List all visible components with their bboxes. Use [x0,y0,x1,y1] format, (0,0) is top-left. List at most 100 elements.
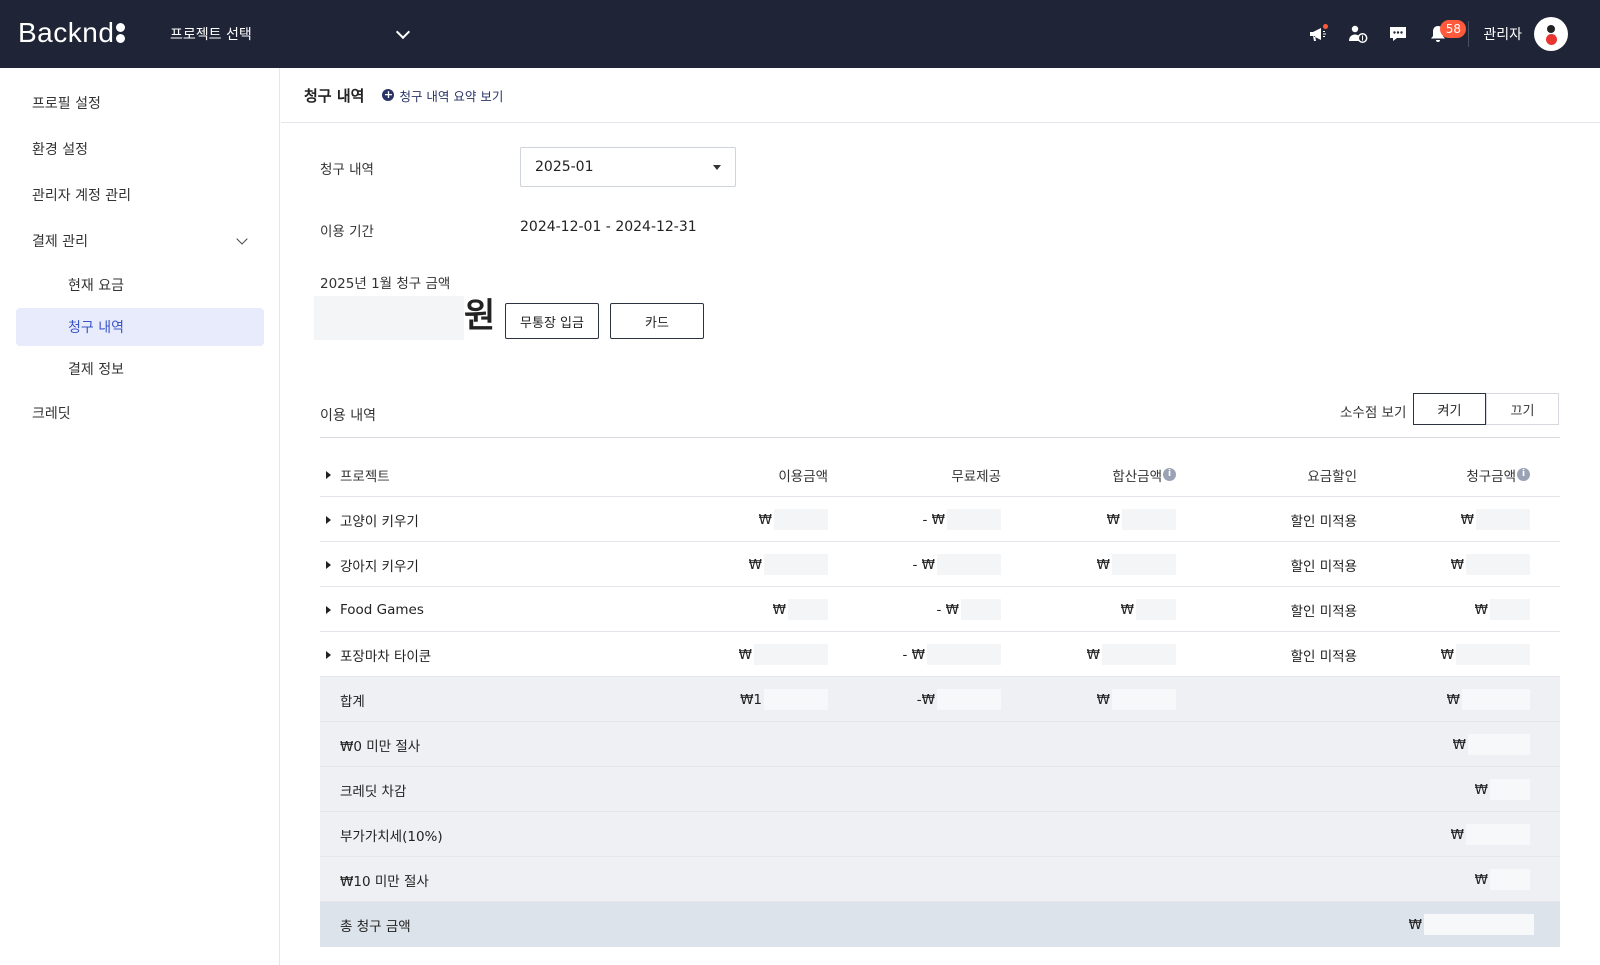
sidebar-item-admin-accounts[interactable]: 관리자 계정 관리 [16,176,264,214]
page-header: 청구 내역 + 청구 내역 요약 보기 [281,68,1600,123]
expand-row-icon[interactable] [326,516,331,524]
floor0-amount: ₩ [1453,722,1530,767]
project-name: Food Games [340,601,424,618]
floor0-label: ₩0 미만 절사 [340,738,421,755]
free-amount: - ₩ [902,632,1001,677]
summary-row-grand-total: 총 청구 금액 ₩ [320,902,1560,947]
discount-status: 할인 미적용 [1290,648,1357,665]
sidebar-item-label: 환경 설정 [32,142,88,158]
chat-icon [1390,27,1407,41]
sidebar-item-billing-history[interactable]: 청구 내역 [16,308,264,346]
currency-unit: 원 [464,296,496,336]
billing-month-label: 청구 내역 [320,162,374,178]
billing-month-select[interactable]: 2025-01 [520,147,736,187]
subtotal-amount: ₩ [1121,587,1176,632]
billed-amount: ₩ [1451,542,1530,587]
info-icon[interactable]: i [1517,468,1530,481]
expand-row-icon[interactable] [326,606,331,614]
sidebar-item-label: 현재 요금 [68,278,124,294]
table-row[interactable]: 강아지 키우기 ₩ - ₩ ₩ 할인 미적용 ₩ [320,542,1560,587]
project-select-label: 프로젝트 선택 [170,27,252,43]
top-navigation-bar: Backnd 프로젝트 선택 58 관리자 [0,0,1600,68]
column-header-discount: 요금할인 [1307,468,1357,485]
vat-amount: ₩ [1451,812,1530,857]
column-header-subtotal: 합산금액 i [1112,452,1176,497]
logo-dots-icon [116,23,126,43]
bank-transfer-button-label: 무통장 입금 [520,315,584,331]
usage-period-label: 이용 기간 [320,224,374,240]
billed-amount: ₩ [1475,587,1530,632]
grand-total-amount: ₩ [1409,902,1534,947]
toggle-label: 끄기 [1510,403,1535,419]
announcement-button[interactable] [1298,14,1338,54]
column-header-usage: 이용금액 [778,468,828,485]
sidebar-item-label: 결제 정보 [68,362,124,378]
usage-amount: ₩ [739,632,828,677]
billing-amount-redacted [314,296,464,340]
column-header-project: 프로젝트 [340,468,390,485]
subtotal-amount: ₩ [1087,632,1176,677]
bank-transfer-button[interactable]: 무통장 입금 [505,303,599,339]
sidebar-item-label: 프로필 설정 [32,96,101,112]
vat-label: 부가가치세(10%) [340,828,443,845]
backnd-logo[interactable]: Backnd [18,16,126,50]
info-icon[interactable]: i [1163,468,1176,481]
free-amount: - ₩ [936,587,1001,632]
card-payment-button[interactable]: 카드 [610,303,704,339]
admin-label: 관리자 [1483,27,1522,43]
sidebar-item-environment-settings[interactable]: 환경 설정 [16,130,264,168]
billing-amount-label: 2025년 1월 청구 금액 [320,276,451,292]
decimal-off-toggle[interactable]: 끄기 [1486,393,1559,425]
toggle-label: 켜기 [1437,403,1462,419]
project-select-dropdown[interactable]: 프로젝트 선택 [170,20,412,48]
expand-row-icon[interactable] [326,651,331,659]
billing-summary-link[interactable]: + 청구 내역 요약 보기 [382,86,503,105]
logo-text: Backnd [18,17,115,48]
column-header-free: 무료제공 [951,468,1001,485]
sidebar-item-current-charges[interactable]: 현재 요금 [16,266,264,304]
sidebar: 프로필 설정 환경 설정 관리자 계정 관리 결제 관리 현재 요금 청구 내역… [0,68,280,965]
sidebar-item-credits[interactable]: 크레딧 [16,394,264,432]
avatar[interactable] [1534,17,1568,51]
table-row[interactable]: Food Games ₩ - ₩ ₩ 할인 미적용 ₩ [320,587,1560,632]
billed-amount: ₩ [1461,497,1530,542]
caret-down-icon [713,165,721,170]
usage-amount: ₩ [749,542,828,587]
sidebar-item-label: 결제 관리 [32,234,88,250]
expand-all-icon[interactable] [326,471,331,479]
sidebar-item-label: 크레딧 [32,406,71,422]
sidebar-item-profile-settings[interactable]: 프로필 설정 [16,84,264,122]
sidebar-item-payment-info[interactable]: 결제 정보 [16,350,264,388]
total-free-amount: -₩ [917,677,1001,722]
plus-circle-icon: + [382,88,395,101]
page-title: 청구 내역 [304,86,365,105]
billing-month-value: 2025-01 [535,159,594,175]
summary-row-floor-0: ₩0 미만 절사 ₩ [320,722,1560,767]
summary-row-vat: 부가가치세(10%) ₩ [320,812,1560,857]
card-payment-button-label: 카드 [645,315,669,331]
chat-button[interactable] [1378,14,1418,54]
credit-amount: ₩ [1475,767,1530,812]
column-header-billed-label: 청구금액 [1466,468,1516,485]
billing-summary-link-label: 청구 내역 요약 보기 [399,88,504,104]
discount-status: 할인 미적용 [1290,513,1357,530]
table-header-row: 프로젝트 이용금액 무료제공 합산금액 i 요금할인 청구금액 i [320,452,1560,497]
total-subtotal-amount: ₩ [1097,677,1176,722]
discount-status: 할인 미적용 [1290,603,1357,620]
notifications-button[interactable]: 58 [1418,14,1467,54]
billed-amount: ₩ [1441,632,1530,677]
table-row[interactable]: 포장마차 타이쿤 ₩ - ₩ ₩ 할인 미적용 ₩ [320,632,1560,677]
expand-row-icon[interactable] [326,561,331,569]
topbar-divider [1468,21,1470,47]
sidebar-item-label: 청구 내역 [68,320,124,336]
summary-row-floor-10: ₩10 미만 절사 ₩ [320,857,1560,902]
table-row[interactable]: 고양이 키우기 ₩ - ₩ ₩ 할인 미적용 ₩ [320,497,1560,542]
usage-table: 프로젝트 이용금액 무료제공 합산금액 i 요금할인 청구금액 i 고양이 키우기 … [320,452,1560,947]
free-amount: - ₩ [922,497,1001,542]
grand-total-label: 총 청구 금액 [340,918,411,935]
sidebar-item-billing-management[interactable]: 결제 관리 [16,222,264,260]
billing-support-button[interactable] [1338,14,1378,54]
project-name: 포장마차 타이쿤 [340,648,432,665]
floor10-label: ₩10 미만 절사 [340,873,429,890]
decimal-on-toggle[interactable]: 켜기 [1413,393,1486,425]
